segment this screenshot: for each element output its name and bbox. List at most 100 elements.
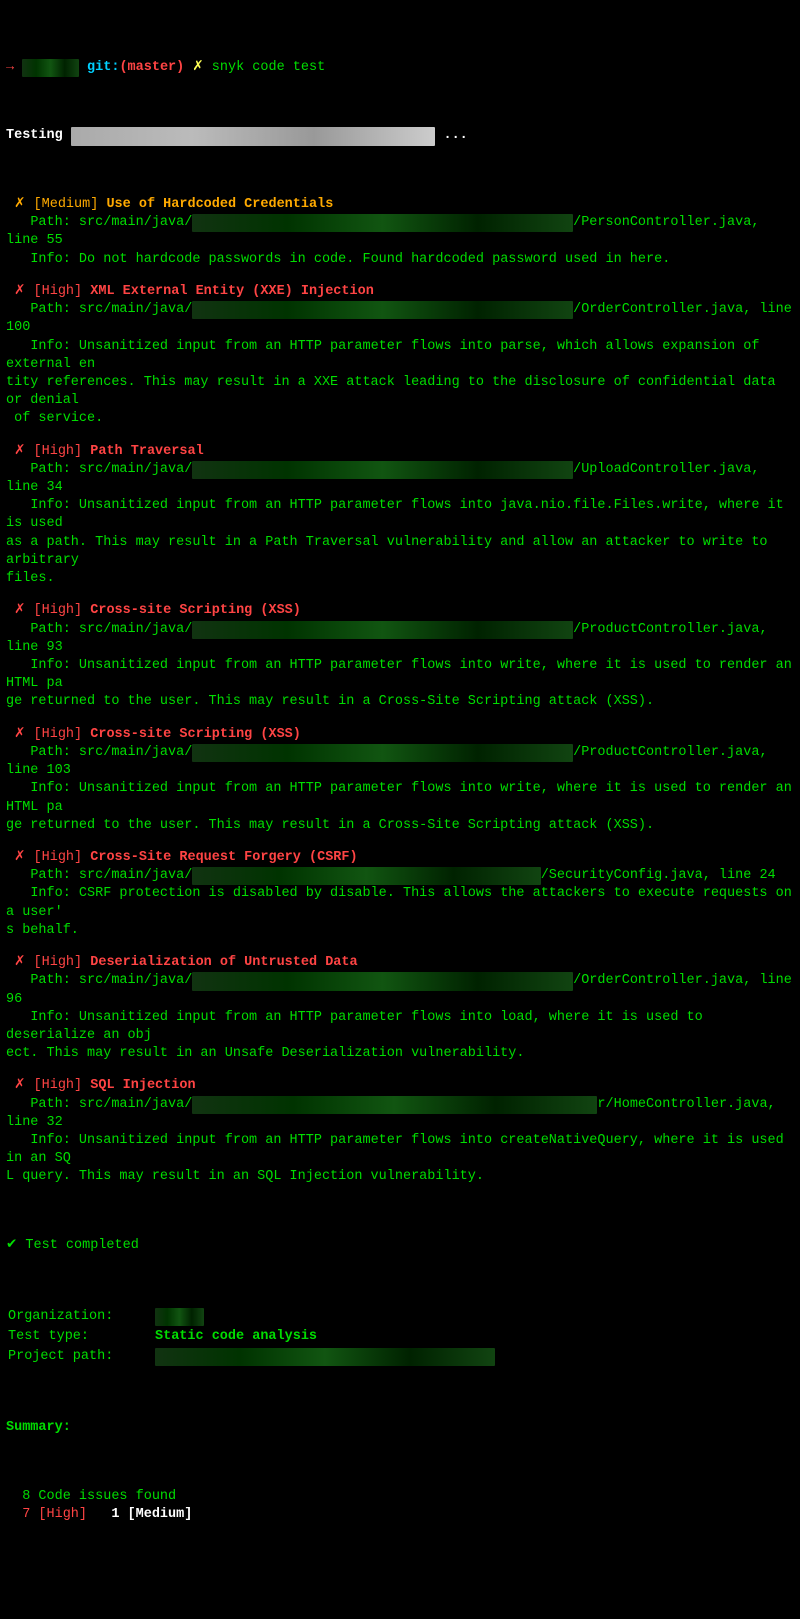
finding-info: Info: Unsanitized input from an HTTP par… (6, 780, 794, 835)
path-prefix: src/main/java/ (79, 462, 192, 477)
summary-table: Organization:xxxxxxTest type:Static code… (6, 1306, 794, 1369)
finding-header: ✗ [High] Path Traversal (6, 443, 794, 461)
finding-path: Path: src/main/java/xxxxxxxxxxxxxxxxxxxx… (6, 461, 794, 497)
severity-badge: [High] (34, 727, 83, 742)
path-prefix: src/main/java/ (79, 215, 192, 230)
x-icon: ✗ (14, 284, 25, 299)
medium-count: 1 [Medium] (87, 1507, 192, 1522)
testing-path-hidden: xxxxxxxxxxxxxxxxxxxxxxxxxxxxxxxxxxxxxxxx… (71, 127, 436, 145)
prompt-arrow: → (6, 60, 14, 75)
finding-path: Path: src/main/java/xxxxxxxxxxxxxxxxxxxx… (6, 621, 794, 657)
testing-dots: ... (435, 128, 467, 143)
severity-badge: [High] (34, 850, 83, 865)
x-icon: ✗ (14, 1078, 25, 1093)
path-label: Path: (30, 745, 79, 760)
completed-line: ✔ Test completed (6, 1237, 794, 1255)
path-hidden: xxxxxxxxxxxxxxxxxxxxxxxxxxxxxxxxxxxxxxxx… (192, 1096, 597, 1114)
summary-value-hidden: xxxxxx (155, 1308, 204, 1326)
severity-badge: [High] (34, 955, 83, 970)
prompt-dir-hidden: project (22, 59, 79, 77)
path-prefix: src/main/java/ (79, 868, 192, 883)
finding-info: Info: Unsanitized input from an HTTP par… (6, 657, 794, 712)
finding-info: Info: Unsanitized input from an HTTP par… (6, 1132, 794, 1187)
finding-header: ✗ [High] SQL Injection (6, 1077, 794, 1095)
summary-header: Summary: (6, 1419, 794, 1437)
path-label: Path: (30, 973, 79, 988)
path-label: Path: (30, 622, 79, 637)
summary-row: Project path:xxxxxxxxxxxxxxxxxxxxxxxxxxx… (8, 1348, 495, 1366)
path-hidden: xxxxxxxxxxxxxxxxxxxxxxxxxxxxxxxxxxxxxxxx… (192, 301, 573, 319)
summary-label: Test type: (8, 1328, 153, 1346)
summary-value: xxxxxxxxxxxxxxxxxxxxxxxxxxxxxxxxxxxxxxxx… (155, 1348, 495, 1366)
finding-header: ✗ [High] Cross-site Scripting (XSS) (6, 602, 794, 620)
finding-title: Use of Hardcoded Credentials (106, 197, 333, 212)
high-count: 7 [High] (6, 1507, 87, 1522)
path-label: Path: (30, 302, 79, 317)
path-hidden: xxxxxxxxxxxxxxxxxxxxxxxxxxxxxxxxxxxxxxxx… (192, 461, 573, 479)
x-icon: ✗ (14, 955, 25, 970)
severity-badge: [Medium] (34, 197, 99, 212)
path-suffix: /SecurityConfig.java, line 24 (541, 868, 776, 883)
x-icon: ✗ (14, 850, 25, 865)
x-icon: ✗ (14, 444, 25, 459)
findings-list: ✗ [Medium] Use of Hardcoded Credentials … (6, 196, 794, 1187)
finding-path: Path: src/main/java/xxxxxxxxxxxxxxxxxxxx… (6, 1096, 794, 1132)
finding-title: Cross-site Scripting (XSS) (90, 727, 301, 742)
path-prefix: src/main/java/ (79, 745, 192, 760)
path-hidden: xxxxxxxxxxxxxxxxxxxxxxxxxxxxxxxxxxxxxxxx… (192, 621, 573, 639)
finding-info: Info: Unsanitized input from an HTTP par… (6, 338, 794, 429)
finding-3: ✗ [High] Cross-site Scripting (XSS) Path… (6, 602, 794, 711)
issues-found: 8 Code issues found 7 [High] 1 [Medium] (6, 1488, 794, 1524)
path-prefix: src/main/java/ (79, 302, 192, 317)
finding-title: Path Traversal (90, 444, 203, 459)
severity-badge: [High] (34, 284, 83, 299)
testing-label: Testing (6, 128, 71, 143)
path-label: Path: (30, 462, 79, 477)
completed-text: Test completed (17, 1238, 139, 1253)
severity-badge: [High] (34, 603, 83, 618)
summary-label: Organization: (8, 1308, 153, 1326)
path-prefix: src/main/java/ (79, 973, 192, 988)
finding-header: ✗ [High] Deserialization of Untrusted Da… (6, 954, 794, 972)
path-hidden: xxxxxxxxxxxxxxxxxxxxxxxxxxxxxxxxxxxxxxxx… (192, 744, 573, 762)
testing-line: Testing xxxxxxxxxxxxxxxxxxxxxxxxxxxxxxxx… (6, 127, 794, 145)
finding-info: Info: Do not hardcode passwords in code.… (6, 251, 794, 269)
x-icon: ✗ (14, 197, 25, 212)
finding-5: ✗ [High] Cross-Site Request Forgery (CSR… (6, 849, 794, 940)
path-hidden: xxxxxxxxxxxxxxxxxxxxxxxxxxxxxxxxxxxxxxxx… (192, 972, 573, 990)
path-prefix: src/main/java/ (79, 622, 192, 637)
git-branch: (master) (119, 60, 184, 75)
finding-2: ✗ [High] Path Traversal Path: src/main/j… (6, 443, 794, 589)
finding-path: Path: src/main/java/xxxxxxxxxxxxxxxxxxxx… (6, 744, 794, 780)
finding-path: Path: src/main/java/xxxxxxxxxxxxxxxxxxxx… (6, 301, 794, 337)
path-hidden: xxxxxxxxxxxxxxxxxxxxxxxxxxxxxxxxxxxxxxxx… (192, 214, 573, 232)
finding-header: ✗ [High] Cross-site Scripting (XSS) (6, 726, 794, 744)
finding-path: Path: src/main/java/xxxxxxxxxxxxxxxxxxxx… (6, 214, 794, 250)
check-icon: ✔ (6, 1238, 17, 1253)
git-label: git: (87, 60, 119, 75)
summary-row: Organization:xxxxxx (8, 1308, 495, 1326)
finding-7: ✗ [High] SQL Injection Path: src/main/ja… (6, 1077, 794, 1186)
summary-value: Static code analysis (155, 1328, 495, 1346)
path-label: Path: (30, 1097, 79, 1112)
finding-6: ✗ [High] Deserialization of Untrusted Da… (6, 954, 794, 1063)
path-label: Path: (30, 215, 79, 230)
finding-info: Info: Unsanitized input from an HTTP par… (6, 1009, 794, 1064)
finding-title: Cross-Site Request Forgery (CSRF) (90, 850, 357, 865)
finding-header: ✗ [Medium] Use of Hardcoded Credentials (6, 196, 794, 214)
severity-badge: [High] (34, 1078, 83, 1093)
finding-header: ✗ [High] Cross-Site Request Forgery (CSR… (6, 849, 794, 867)
severity-badge: [High] (34, 444, 83, 459)
summary-value: xxxxxx (155, 1308, 495, 1326)
finding-path: Path: src/main/java/xxxxxxxxxxxxxxxxxxxx… (6, 972, 794, 1008)
finding-title: Deserialization of Untrusted Data (90, 955, 357, 970)
finding-info: Info: Unsanitized input from an HTTP par… (6, 497, 794, 588)
prompt-sep: ✗ (192, 60, 203, 75)
finding-header: ✗ [High] XML External Entity (XXE) Injec… (6, 283, 794, 301)
command-text: snyk code test (212, 60, 325, 75)
finding-0: ✗ [Medium] Use of Hardcoded Credentials … (6, 196, 794, 269)
x-icon: ✗ (14, 603, 25, 618)
finding-path: Path: src/main/java/xxxxxxxxxxxxxxxxxxxx… (6, 867, 794, 885)
summary-row: Test type:Static code analysis (8, 1328, 495, 1346)
finding-title: XML External Entity (XXE) Injection (90, 284, 374, 299)
